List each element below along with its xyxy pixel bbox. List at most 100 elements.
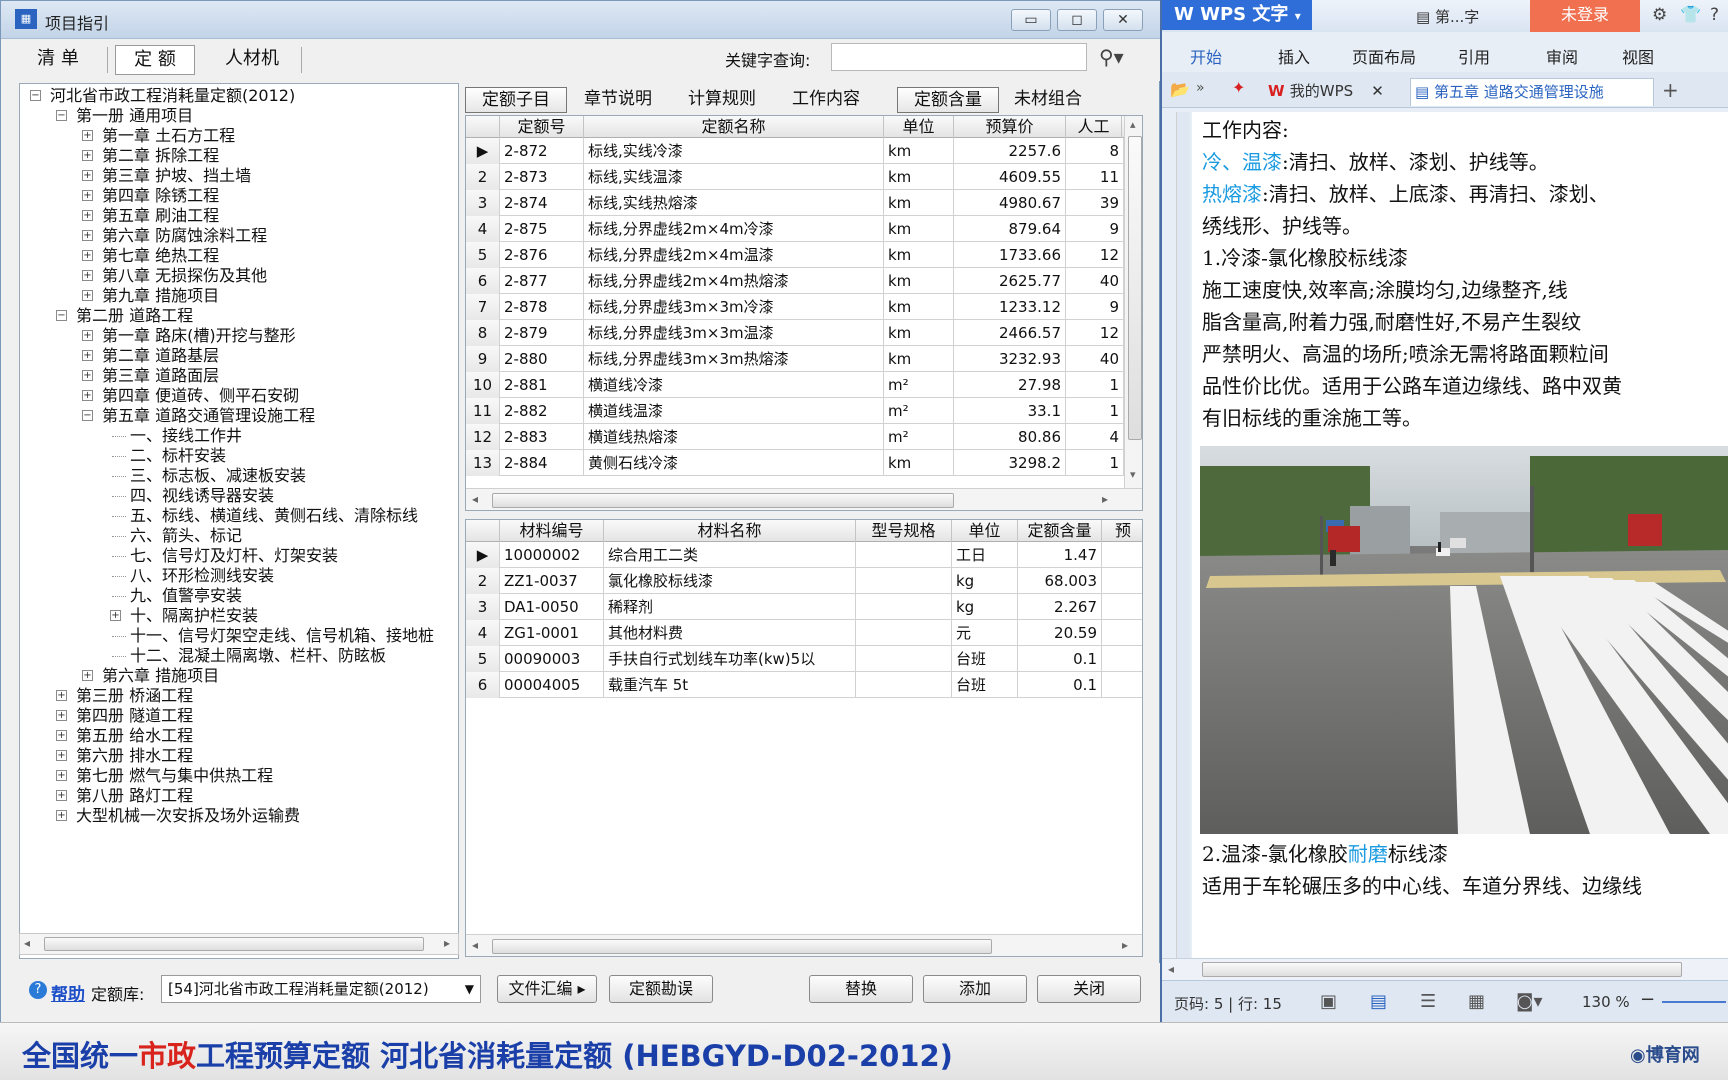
material-qty[interactable]: 1.47 (1018, 542, 1102, 568)
material-qty[interactable]: 20.59 (1018, 620, 1102, 646)
row-index[interactable]: 5 (466, 646, 500, 672)
tree-book-2[interactable]: − 第二册 道路工程 (56, 306, 193, 326)
expand-icon[interactable]: + (82, 130, 93, 141)
tree-chapter[interactable]: + 第三章 道路面层 (82, 366, 219, 386)
tree-chapter[interactable]: + 第一章 土石方工程 (82, 126, 235, 146)
col-quota-qty[interactable]: 定额含量 (1018, 520, 1102, 542)
table-row[interactable]: 6 2-877 标线,分界虚线2m×4m热熔漆 km 2625.77 40 (466, 268, 1124, 294)
quota-name[interactable]: 横道线冷漆 (584, 372, 884, 398)
quota-unit[interactable]: km (884, 450, 954, 476)
row-index[interactable]: 6 (466, 672, 500, 698)
quota-unit[interactable]: km (884, 190, 954, 216)
quota-name[interactable]: 标线,分界虚线2m×4m热熔漆 (584, 268, 884, 294)
material-name[interactable]: 综合用工二类 (604, 542, 856, 568)
quota-price[interactable]: 879.64 (954, 216, 1066, 242)
skin-icon[interactable]: 👕 (1680, 5, 1701, 25)
tree-book-1[interactable]: − 第一册 通用项目 (56, 106, 193, 126)
quota-labor[interactable]: 12 (1066, 242, 1124, 268)
col-code[interactable]: 定额号 (500, 116, 584, 138)
scroll-right-icon[interactable]: ▸ (444, 936, 450, 950)
row-index[interactable]: 9 (466, 346, 500, 372)
quota-code[interactable]: 2-873 (500, 164, 584, 190)
close-dialog-button[interactable]: 关闭 (1037, 975, 1141, 1003)
material-budget[interactable] (1102, 568, 1142, 594)
material-name[interactable]: 载重汽车 5t (604, 672, 856, 698)
tab-chapter5-doc[interactable]: ▤ 第五章 道路交通管理设施 (1410, 78, 1654, 106)
tab-my-wps[interactable]: W 我的WPS ✕ (1268, 78, 1418, 106)
row-index[interactable]: 3 (466, 190, 500, 216)
quota-labor[interactable]: 9 (1066, 216, 1124, 242)
quota-name[interactable]: 标线,实线冷漆 (584, 138, 884, 164)
col-labor[interactable]: 人工 (1066, 116, 1122, 138)
scroll-thumb[interactable] (492, 493, 954, 508)
quota-lib-select[interactable]: [54]河北省市政工程消耗量定额(2012) ▼ (161, 975, 481, 1003)
expand-icon[interactable]: + (56, 810, 67, 821)
login-button[interactable]: 未登录 (1530, 0, 1640, 32)
keyword-search-input[interactable] (831, 43, 1087, 71)
material-name[interactable]: 手扶自行式划线车功率(kw)5以 (604, 646, 856, 672)
table-row[interactable]: 12 2-883 横道线热熔漆 m² 80.86 4 (466, 424, 1124, 450)
quota-unit[interactable]: km (884, 164, 954, 190)
expand-icon[interactable]: + (82, 390, 93, 401)
row-index[interactable]: 12 (466, 424, 500, 450)
tree-book[interactable]: + 大型机械一次安拆及场外运输费 (56, 806, 300, 826)
expand-icon[interactable]: + (82, 150, 93, 161)
menu-home[interactable]: 开始 (1190, 44, 1222, 68)
quota-name[interactable]: 标线,分界虚线3m×3m热熔漆 (584, 346, 884, 372)
scroll-left-icon[interactable]: ◂ (472, 938, 478, 952)
tree-section[interactable]: 四、视线诱导器安装 (110, 486, 274, 506)
material-qty[interactable]: 0.1 (1018, 646, 1102, 672)
menu-view[interactable]: 视图 (1622, 44, 1654, 68)
doc-horizontal-scrollbar[interactable]: ◂ (1162, 958, 1728, 980)
quota-code[interactable]: 2-874 (500, 190, 584, 216)
quota-price[interactable]: 3232.93 (954, 346, 1066, 372)
material-name[interactable]: 稀释剂 (604, 594, 856, 620)
quota-price[interactable]: 2466.57 (954, 320, 1066, 346)
row-index[interactable]: 4 (466, 620, 500, 646)
tree-chapter[interactable]: + 第二章 道路基层 (82, 346, 219, 366)
collapse-icon[interactable]: − (56, 110, 67, 121)
collapse-icon[interactable]: − (56, 310, 67, 321)
tree-book[interactable]: + 第五册 给水工程 (56, 726, 193, 746)
material-spec[interactable] (856, 594, 952, 620)
quota-unit[interactable]: km (884, 216, 954, 242)
quota-labor[interactable]: 40 (1066, 346, 1124, 372)
quota-labor[interactable]: 1 (1066, 450, 1124, 476)
quota-price[interactable]: 80.86 (954, 424, 1066, 450)
table-row[interactable]: 2 2-873 标线,实线温漆 km 4609.55 11 (466, 164, 1124, 190)
scroll-thumb[interactable] (44, 937, 424, 951)
replace-button[interactable]: 替换 (809, 975, 913, 1003)
col-material-code[interactable]: 材料编号 (500, 520, 604, 542)
material-unit[interactable]: 台班 (952, 646, 1018, 672)
tab-calc-rules[interactable]: 计算规则 (677, 87, 767, 113)
row-index[interactable]: 3 (466, 594, 500, 620)
tree-section[interactable]: + 十、隔离护栏安装 (110, 606, 258, 626)
quota-errata-button[interactable]: 定额勘误 (609, 975, 713, 1003)
add-button[interactable]: 添加 (923, 975, 1027, 1003)
material-budget[interactable] (1102, 672, 1142, 698)
scroll-right-icon[interactable]: ▸ (1102, 492, 1108, 506)
minimize-button[interactable]: ▭ (1011, 9, 1051, 31)
document-page[interactable]: 工作内容: 冷、温漆:清扫、放样、漆划、护线等。 热熔漆:清扫、放样、上底漆、再… (1192, 112, 1728, 958)
tree-section[interactable]: 七、信号灯及灯杆、灯架安装 (110, 546, 338, 566)
quota-name[interactable]: 标线,分界虚线2m×4m冷漆 (584, 216, 884, 242)
collapse-icon[interactable]: − (82, 410, 93, 421)
tree-root[interactable]: − 河北省市政工程消耗量定额(2012) (30, 86, 295, 106)
quota-labor[interactable]: 40 (1066, 268, 1124, 294)
tree-chapter[interactable]: + 第七章 绝热工程 (82, 246, 219, 266)
wps-app-menu[interactable]: W WPS 文字 ▾ (1162, 0, 1312, 30)
expand-icon[interactable]: + (82, 290, 93, 301)
scroll-right-icon[interactable]: ▸ (1122, 938, 1128, 952)
expand-icon[interactable]: + (82, 350, 93, 361)
table-row[interactable]: 6 00004005 载重汽车 5t 台班 0.1 (466, 672, 1142, 698)
material-grid[interactable]: 材料编号 材料名称 型号规格 单位 定额含量 预 ▶ 10000002 综合用工二类… (465, 519, 1143, 957)
quota-name[interactable]: 标线,分界虚线3m×3m温漆 (584, 320, 884, 346)
row-index[interactable]: 13 (466, 450, 500, 476)
quota-code[interactable]: 2-876 (500, 242, 584, 268)
outline-view-icon[interactable]: ☰ (1420, 991, 1436, 1012)
material-unit[interactable]: 工日 (952, 542, 1018, 568)
row-index[interactable]: ▶ (466, 138, 500, 164)
tree-chapter[interactable]: − 第五章 道路交通管理设施工程 (82, 406, 315, 426)
settings-icon[interactable]: ⚙ (1652, 5, 1667, 25)
quota-unit[interactable]: km (884, 268, 954, 294)
